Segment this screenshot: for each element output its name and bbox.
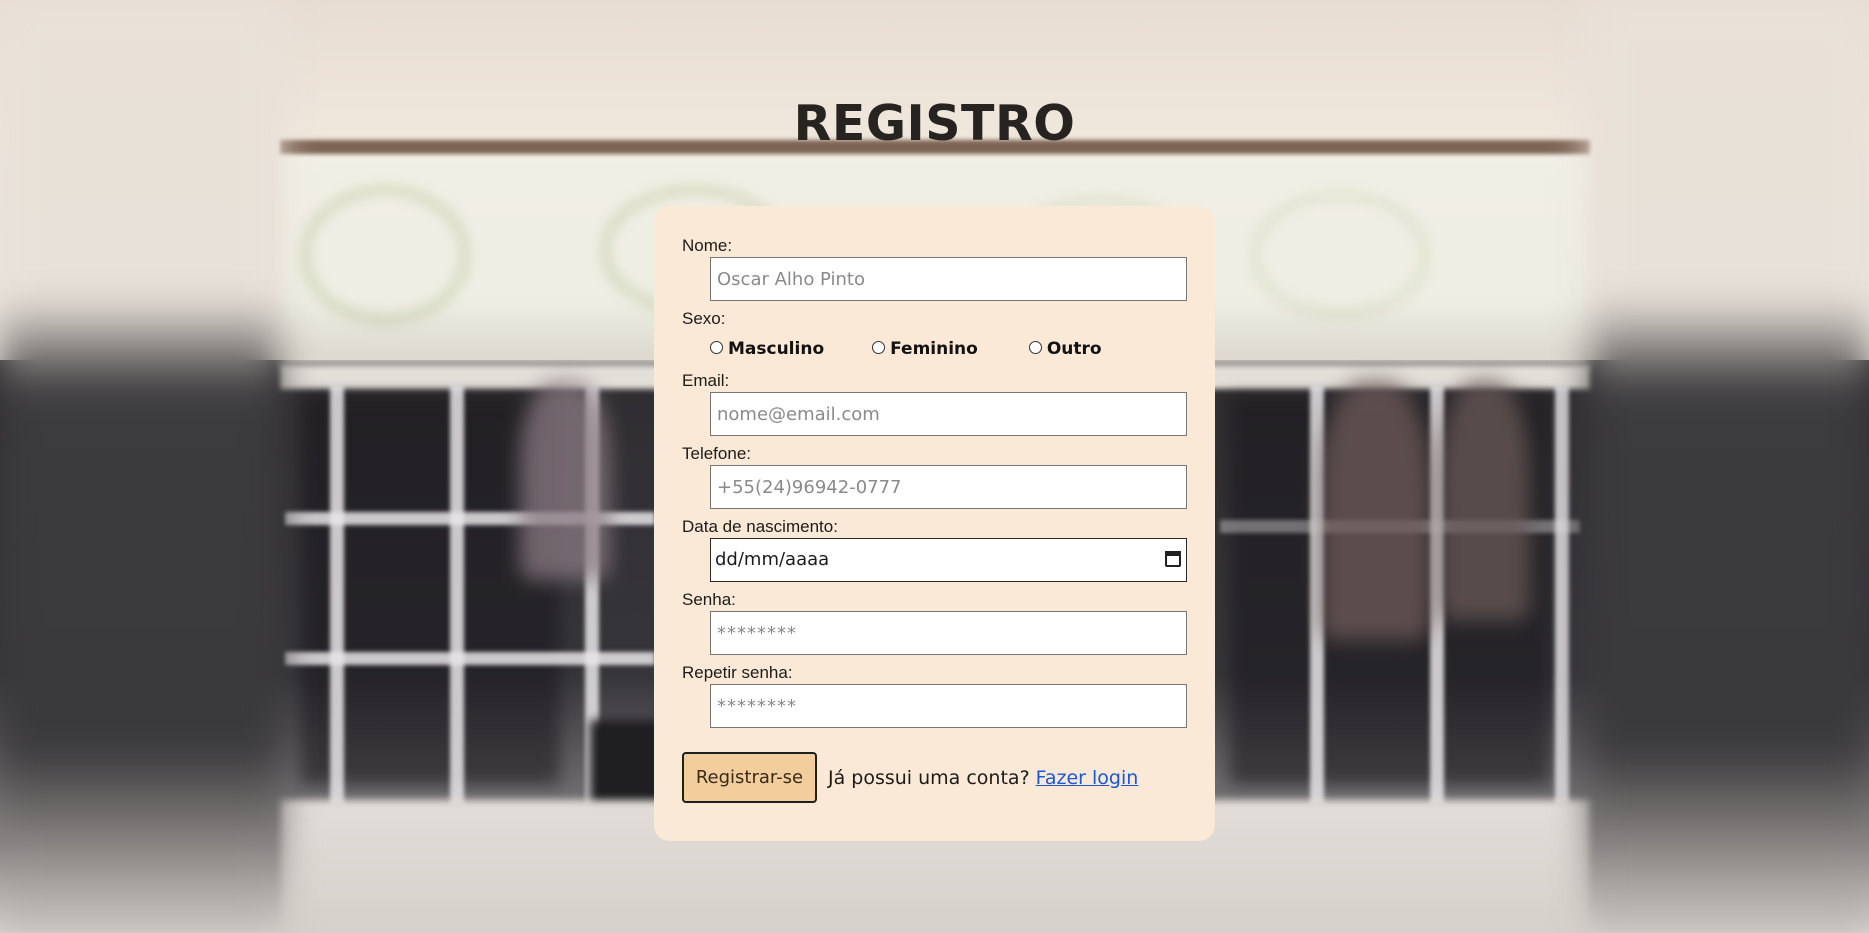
nascimento-label: Data de nascimento:: [682, 517, 838, 536]
email-input[interactable]: [710, 392, 1187, 436]
radio-option-outro[interactable]: Outro: [1028, 339, 1102, 359]
login-link[interactable]: Fazer login: [1036, 767, 1139, 789]
radio-outro[interactable]: [1028, 341, 1042, 354]
repetir-senha-input[interactable]: [710, 684, 1187, 728]
form-actions: Registrar-se Já possui uma conta? Fazer …: [682, 752, 1187, 803]
repetir-senha-label: Repetir senha:: [682, 663, 793, 682]
page-title: REGISTRO: [793, 95, 1076, 152]
telefone-input[interactable]: [710, 465, 1187, 509]
radio-option-masculino[interactable]: Masculino: [710, 339, 824, 359]
nome-label: Nome:: [682, 236, 733, 255]
login-prompt: Já possui uma conta?: [828, 766, 1030, 789]
register-button[interactable]: Registrar-se: [682, 752, 817, 803]
nome-input[interactable]: [710, 257, 1187, 301]
nascimento-input[interactable]: dd/mm/aaaa: [710, 538, 1187, 582]
radio-feminino-label[interactable]: Feminino: [890, 339, 978, 359]
telefone-label: Telefone:: [682, 444, 751, 463]
senha-label: Senha:: [682, 590, 736, 609]
radio-feminino[interactable]: [872, 341, 886, 354]
nascimento-date-field[interactable]: dd/mm/aaaa: [710, 538, 1187, 582]
email-label: Email:: [682, 371, 730, 390]
radio-masculino[interactable]: [710, 341, 723, 354]
radio-option-feminino[interactable]: Feminino: [872, 339, 978, 359]
sexo-radio-group: Masculino Feminino Outro: [710, 334, 1187, 364]
calendar-icon[interactable]: [1165, 551, 1181, 567]
radio-masculino-label[interactable]: Masculino: [728, 339, 824, 359]
radio-outro-label[interactable]: Outro: [1047, 339, 1102, 359]
registration-card: Nome: Sexo: Masculino Feminino Outro Ema…: [654, 206, 1215, 841]
sexo-label: Sexo:: [682, 309, 726, 328]
senha-input[interactable]: [710, 611, 1187, 655]
